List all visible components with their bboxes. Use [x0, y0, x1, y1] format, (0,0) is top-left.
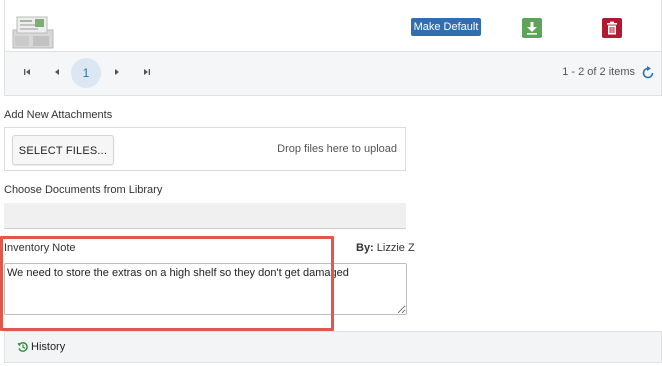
select-files-button[interactable]: SELECT FILES...	[12, 135, 114, 165]
history-icon	[17, 341, 29, 353]
next-page-icon[interactable]	[109, 64, 125, 80]
upload-title: Add New Attachments	[4, 109, 113, 121]
download-icon	[527, 22, 537, 35]
download-button[interactable]	[522, 18, 542, 38]
note-author-label: By:	[356, 242, 374, 254]
history-bar[interactable]: History	[4, 331, 662, 363]
delete-button[interactable]	[602, 18, 622, 38]
upload-dropzone[interactable]: SELECT FILES... Drop files here to uploa…	[4, 127, 406, 171]
attachments-grid: Make Default 1 1 - 2 of 2 items	[4, 0, 662, 96]
library-title: Choose Documents from Library	[4, 184, 163, 196]
prev-page-icon[interactable]	[49, 64, 65, 80]
pager: 1 1 - 2 of 2 items	[5, 52, 661, 95]
make-default-button[interactable]: Make Default	[411, 18, 481, 36]
last-page-icon[interactable]	[139, 64, 155, 80]
history-label[interactable]: History	[31, 341, 65, 353]
pager-info: 1 - 2 of 2 items	[562, 66, 635, 78]
attachment-row: Make Default	[5, 6, 661, 52]
note-author-name: Lizzie Z	[376, 242, 415, 254]
trash-icon	[607, 21, 617, 35]
drop-hint: Drop files here to upload	[277, 143, 397, 155]
refresh-icon[interactable]	[641, 66, 655, 80]
highlight-box	[0, 236, 334, 331]
first-page-icon[interactable]	[19, 64, 35, 80]
library-select[interactable]	[4, 203, 406, 229]
document-thumbnail-icon[interactable]	[11, 14, 55, 50]
note-author: By: Lizzie Z	[356, 242, 415, 254]
current-page-button[interactable]: 1	[71, 58, 101, 88]
